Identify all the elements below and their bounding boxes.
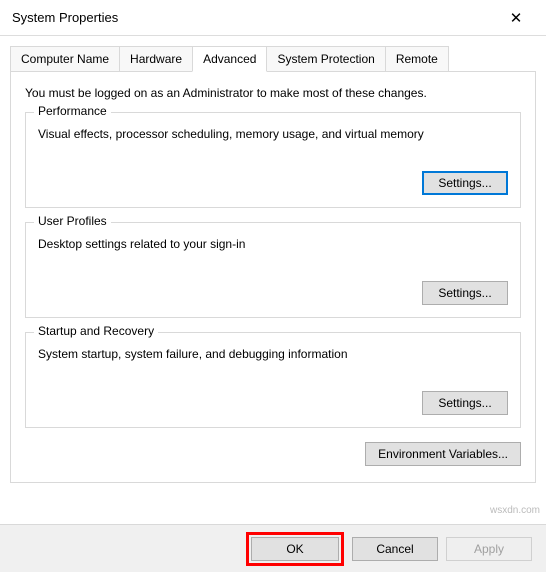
- group-startup-recovery: Startup and Recovery System startup, sys…: [25, 332, 521, 428]
- tabpanel-advanced: You must be logged on as an Administrato…: [10, 71, 536, 483]
- startup-recovery-description: System startup, system failure, and debu…: [38, 347, 508, 361]
- tab-computer-name[interactable]: Computer Name: [10, 46, 120, 71]
- system-properties-dialog: System Properties ✕ Computer Name Hardwa…: [0, 0, 546, 572]
- tab-advanced[interactable]: Advanced: [192, 46, 267, 72]
- ok-button[interactable]: OK: [251, 537, 339, 561]
- performance-settings-button[interactable]: Settings...: [422, 171, 508, 195]
- titlebar: System Properties ✕: [0, 0, 546, 36]
- apply-button[interactable]: Apply: [446, 537, 532, 561]
- group-performance: Performance Visual effects, processor sc…: [25, 112, 521, 208]
- intro-text: You must be logged on as an Administrato…: [25, 86, 521, 100]
- user-profiles-settings-button[interactable]: Settings...: [422, 281, 508, 305]
- window-title: System Properties: [12, 10, 494, 25]
- tab-remote[interactable]: Remote: [385, 46, 449, 71]
- dialog-footer: OK Cancel Apply: [0, 524, 546, 572]
- cancel-button[interactable]: Cancel: [352, 537, 438, 561]
- user-profiles-description: Desktop settings related to your sign-in: [38, 237, 508, 251]
- group-user-profiles: User Profiles Desktop settings related t…: [25, 222, 521, 318]
- startup-recovery-settings-button[interactable]: Settings...: [422, 391, 508, 415]
- group-user-profiles-legend: User Profiles: [34, 214, 111, 228]
- tab-hardware[interactable]: Hardware: [119, 46, 193, 71]
- tabs-row: Computer Name Hardware Advanced System P…: [10, 46, 536, 71]
- close-icon[interactable]: ✕: [494, 4, 538, 32]
- ok-highlight-box: OK: [246, 532, 344, 566]
- group-performance-legend: Performance: [34, 104, 111, 118]
- environment-variables-button[interactable]: Environment Variables...: [365, 442, 521, 466]
- tab-system-protection[interactable]: System Protection: [266, 46, 385, 71]
- performance-description: Visual effects, processor scheduling, me…: [38, 127, 508, 141]
- group-startup-recovery-legend: Startup and Recovery: [34, 324, 158, 338]
- content-area: Computer Name Hardware Advanced System P…: [0, 36, 546, 524]
